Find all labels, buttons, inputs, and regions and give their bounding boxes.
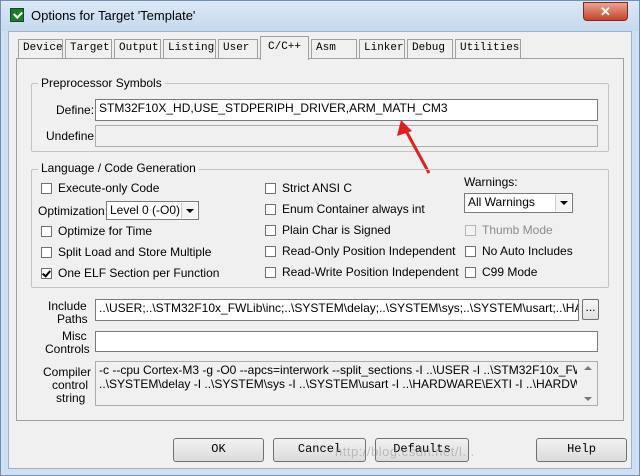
optimize-time-label: Optimize for Time (58, 224, 153, 238)
tab-target[interactable]: Target (65, 39, 112, 58)
compiler-control-line-1: -c --cpu Cortex-M3 -g -O0 --apcs=interwo… (99, 363, 577, 377)
tab-output[interactable]: Output (114, 39, 161, 58)
chevron-down-icon[interactable] (555, 195, 571, 211)
split-load-box[interactable] (41, 246, 52, 258)
options-dialog: Options for Target 'Template' ✕ Device T… (0, 0, 640, 476)
compiler-control-label-1: Compiler (43, 365, 92, 379)
no-auto-includes-label: No Auto Includes (482, 244, 573, 258)
tab-listing[interactable]: Listing (163, 39, 216, 58)
optimize-time-box[interactable] (41, 225, 52, 237)
preprocessor-group-title: Preprocessor Symbols (38, 76, 165, 90)
compiler-control-text: -c --cpu Cortex-M3 -g -O0 --apcs=interwo… (95, 361, 598, 406)
warnings-select[interactable]: All Warnings (464, 193, 573, 213)
one-elf-checkbox[interactable]: One ELF Section per Function (41, 266, 219, 280)
rw-position-checkbox[interactable]: Read-Write Position Independent (265, 265, 459, 279)
misc-controls-label-2: Controls (45, 342, 90, 356)
optimization-label: Optimization: (38, 204, 109, 218)
rw-position-box[interactable] (265, 266, 276, 278)
thumb-mode-box[interactable] (465, 224, 476, 236)
rw-position-label: Read-Write Position Independent (282, 265, 459, 279)
compiler-control-line-2: ..\SYSTEM\delay -I ..\SYSTEM\sys -I ..\S… (99, 377, 577, 391)
warnings-label: Warnings: (464, 175, 518, 189)
close-button[interactable]: ✕ (583, 2, 628, 21)
thumb-mode-label: Thumb Mode (482, 223, 553, 237)
include-paths-label-2: Paths (57, 312, 88, 326)
enum-container-box[interactable] (265, 203, 276, 215)
no-auto-includes-checkbox[interactable]: No Auto Includes (465, 244, 573, 258)
compiler-control-scrollbar[interactable] (581, 362, 597, 405)
split-load-label: Split Load and Store Multiple (58, 245, 212, 259)
misc-controls-input[interactable] (95, 331, 598, 352)
keil-app-icon (10, 8, 24, 22)
undefine-input[interactable] (95, 125, 598, 147)
warnings-value: All Warnings (468, 195, 535, 209)
strict-ansi-checkbox[interactable]: Strict ANSI C (265, 181, 352, 195)
c99-mode-checkbox[interactable]: C99 Mode (465, 265, 537, 279)
tab-utilities[interactable]: Utilities (455, 39, 521, 58)
c99-mode-label: C99 Mode (482, 265, 538, 279)
ro-position-label: Read-Only Position Independent (282, 244, 456, 258)
compiler-control-label-3: string (56, 391, 86, 405)
language-group-title: Language / Code Generation (38, 161, 199, 175)
enum-container-checkbox[interactable]: Enum Container always int (265, 202, 425, 216)
tab-cc[interactable]: C/C++ (260, 36, 309, 60)
ro-position-checkbox[interactable]: Read-Only Position Independent (265, 244, 455, 258)
chevron-down-icon[interactable] (181, 203, 197, 218)
plain-char-box[interactable] (265, 224, 276, 236)
one-elf-box[interactable] (41, 267, 52, 279)
thumb-mode-checkbox[interactable]: Thumb Mode (465, 223, 553, 237)
no-auto-includes-box[interactable] (465, 245, 476, 257)
strict-ansi-box[interactable] (265, 182, 276, 194)
ok-button[interactable]: OK (173, 438, 264, 462)
include-paths-label-1: Include (48, 299, 87, 313)
define-input[interactable]: STM32F10X_HD,USE_STDPERIPH_DRIVER,ARM_MA… (95, 99, 598, 121)
title-bar[interactable]: Options for Target 'Template' ✕ (1, 1, 639, 31)
tab-asm[interactable]: Asm (311, 39, 357, 58)
scroll-up-icon[interactable] (584, 366, 592, 370)
define-label: Define: (56, 103, 95, 117)
plain-char-label: Plain Char is Signed (282, 223, 391, 237)
help-button[interactable]: Help (536, 438, 627, 462)
execute-only-label: Execute-only Code (58, 181, 160, 195)
window-title: Options for Target 'Template' (31, 8, 196, 23)
include-paths-input[interactable]: ..\USER;..\STM32F10x_FWLib\inc;..\SYSTEM… (95, 299, 579, 321)
tab-debug[interactable]: Debug (407, 39, 453, 58)
optimization-value: Level 0 (-O0) (110, 203, 181, 217)
execute-only-box[interactable] (41, 182, 52, 194)
optimize-time-checkbox[interactable]: Optimize for Time (41, 224, 152, 238)
plain-char-checkbox[interactable]: Plain Char is Signed (265, 223, 391, 237)
watermark-text: http://blog.csdn.net/l... (335, 444, 475, 459)
ro-position-box[interactable] (265, 245, 276, 257)
compiler-control-label-2: control (52, 378, 89, 392)
c99-mode-box[interactable] (465, 266, 476, 278)
include-paths-browse-button[interactable]: ... (582, 299, 599, 320)
strict-ansi-label: Strict ANSI C (282, 181, 353, 195)
undefine-label: Undefine: (46, 129, 98, 143)
execute-only-checkbox[interactable]: Execute-only Code (41, 181, 159, 195)
misc-controls-label-1: Misc (62, 329, 87, 343)
tab-user[interactable]: User (218, 39, 258, 58)
enum-container-label: Enum Container always int (282, 202, 425, 216)
tab-device[interactable]: Device (18, 39, 63, 58)
tab-linker[interactable]: Linker (359, 39, 405, 58)
scroll-down-icon[interactable] (584, 397, 592, 401)
one-elf-label: One ELF Section per Function (58, 266, 220, 280)
split-load-checkbox[interactable]: Split Load and Store Multiple (41, 245, 211, 259)
optimization-select[interactable]: Level 0 (-O0) (106, 201, 199, 220)
